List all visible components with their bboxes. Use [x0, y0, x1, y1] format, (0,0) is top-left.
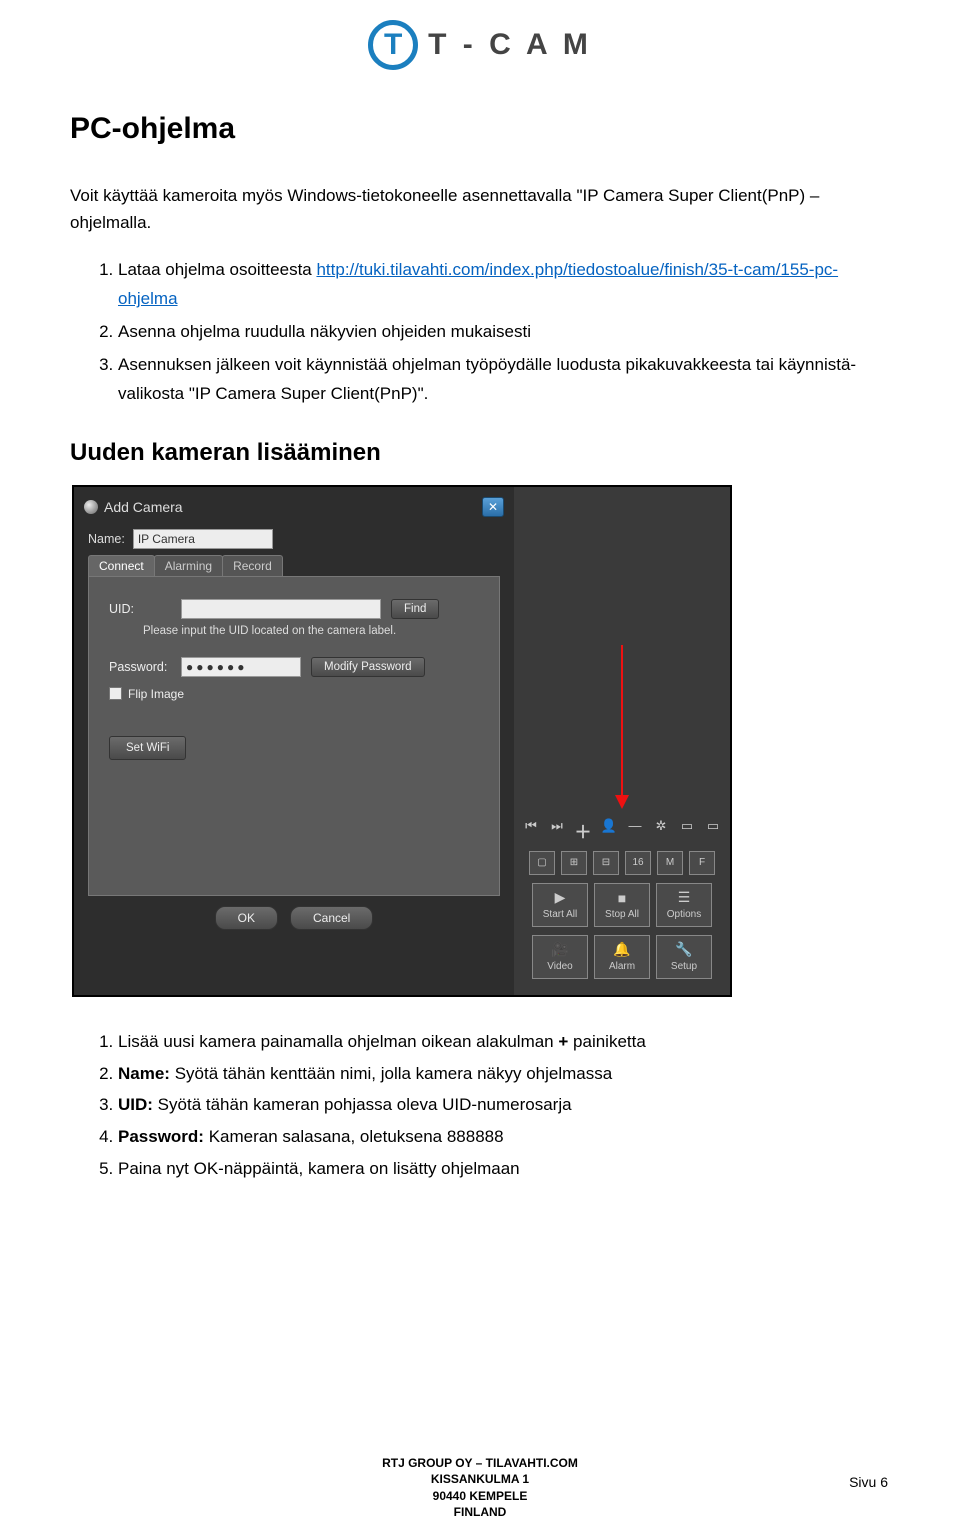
remove-icon[interactable]: — — [626, 818, 644, 843]
setup-button[interactable]: 🔧 Setup — [656, 935, 712, 979]
uid-hint: Please input the UID located on the came… — [143, 625, 479, 637]
ustep-4a: Password: — [118, 1127, 204, 1146]
step-3: Asennuksen jälkeen voit käynnistää ohjel… — [118, 351, 890, 409]
ustep-2a: Name: — [118, 1064, 170, 1083]
layout-m-icon[interactable]: M — [657, 851, 683, 875]
ustep-2b: Syötä tähän kenttään nimi, jolla kamera … — [170, 1064, 612, 1083]
footer-company: RTJ GROUP OY – TILAVAHTI.COM — [0, 1455, 960, 1471]
section-heading: Uuden kameran lisääminen — [70, 439, 890, 467]
flip-image-label: Flip Image — [128, 687, 184, 701]
footer-city: 90440 KEMPELE — [0, 1488, 960, 1504]
start-all-icon: ▶ — [555, 889, 566, 906]
alarm-icon: 🔔 — [613, 941, 630, 958]
password-input[interactable] — [181, 657, 301, 677]
ustep-4: Password: Kameran salasana, oletuksena 8… — [118, 1122, 890, 1152]
usage-steps-list: Lisää uusi kamera painamalla ohjelman oi… — [70, 1027, 890, 1184]
options-icon: ☰ — [678, 889, 691, 906]
step-1: Lataa ohjelma osoitteesta http://tuki.ti… — [118, 256, 890, 314]
tab-record[interactable]: Record — [222, 555, 283, 576]
options-button[interactable]: ☰ Options — [656, 883, 712, 927]
person-icon[interactable]: 👤 — [600, 818, 618, 843]
ustep-5: Paina nyt OK-näppäintä, kamera on lisätt… — [118, 1154, 890, 1184]
install-steps-list: Lataa ohjelma osoitteesta http://tuki.ti… — [70, 256, 890, 408]
flip-image-checkbox[interactable] — [109, 687, 122, 700]
ustep-1c: painiketta — [568, 1032, 646, 1051]
layout-1-icon[interactable]: ▢ — [529, 851, 555, 875]
uid-label: UID: — [109, 602, 171, 616]
ustep-3a: UID: — [118, 1095, 153, 1114]
layout-icon-row: ▢ ⊞ ⊟ 16 M F — [522, 851, 722, 875]
setup-icon: 🔧 — [675, 941, 692, 958]
stop-all-label: Stop All — [605, 909, 639, 920]
first-icon[interactable]: ⏮ — [522, 818, 540, 843]
ustep-4b: Kameran salasana, oletuksena 888888 — [204, 1127, 504, 1146]
connect-tab-panel: UID: Find Please input the UID located o… — [88, 576, 500, 896]
page-footer: RTJ GROUP OY – TILAVAHTI.COM KISSANKULMA… — [0, 1455, 960, 1520]
layout-4-icon[interactable]: ⊞ — [561, 851, 587, 875]
video-label: Video — [547, 961, 572, 972]
footer-country: FINLAND — [0, 1504, 960, 1520]
modify-password-button[interactable]: Modify Password — [311, 657, 425, 677]
set-wifi-button[interactable]: Set WiFi — [109, 736, 186, 760]
password-label: Password: — [109, 660, 171, 674]
logo-mark-icon: T — [368, 20, 418, 70]
page-title: PC-ohjelma — [70, 112, 890, 146]
layout-f-icon[interactable]: F — [689, 851, 715, 875]
name-input[interactable] — [133, 529, 273, 549]
tab-bar: Connect Alarming Record — [74, 555, 514, 576]
footer-address: KISSANKULMA 1 — [0, 1471, 960, 1487]
name-label: Name: — [88, 532, 125, 546]
start-all-button[interactable]: ▶ Start All — [532, 883, 588, 927]
tab-connect[interactable]: Connect — [88, 555, 155, 576]
last-icon[interactable]: ⏭ — [548, 818, 566, 843]
window2-icon[interactable]: ▭ — [704, 818, 722, 843]
video-icon: 🎥 — [551, 941, 568, 958]
nav-icon-row: ⏮ ⏭ ＋ 👤 — ✲ ▭ ▭ — [522, 818, 722, 843]
stop-all-icon: ■ — [618, 890, 626, 906]
side-panel: ⏮ ⏭ ＋ 👤 — ✲ ▭ ▭ ▢ ⊞ ⊟ 16 M F — [514, 487, 730, 995]
dialog-title: Add Camera — [104, 499, 183, 515]
alarm-label: Alarm — [609, 961, 635, 972]
ustep-2: Name: Syötä tähän kenttään nimi, jolla k… — [118, 1059, 890, 1089]
ok-button[interactable]: OK — [215, 906, 278, 930]
start-all-label: Start All — [543, 909, 577, 920]
find-button[interactable]: Find — [391, 599, 439, 619]
annotation-arrow-icon — [615, 645, 629, 809]
layout-9-icon[interactable]: ⊟ — [593, 851, 619, 875]
close-icon: ✕ — [488, 500, 498, 514]
action-row-1: ▶ Start All ■ Stop All ☰ Options — [522, 883, 722, 927]
action-row-2: 🎥 Video 🔔 Alarm 🔧 Setup — [522, 935, 722, 979]
uid-input[interactable] — [181, 599, 381, 619]
ustep-3: UID: Syötä tähän kameran pohjassa oleva … — [118, 1090, 890, 1120]
close-button[interactable]: ✕ — [482, 497, 504, 517]
step-2: Asenna ohjelma ruudulla näkyvien ohjeide… — [118, 318, 890, 347]
setup-label: Setup — [671, 961, 697, 972]
step-1-text: Lataa ohjelma osoitteesta — [118, 260, 316, 279]
options-label: Options — [667, 909, 701, 920]
layout-16-icon[interactable]: 16 — [625, 851, 651, 875]
video-button[interactable]: 🎥 Video — [532, 935, 588, 979]
window1-icon[interactable]: ▭ — [678, 818, 696, 843]
dialog-icon — [84, 500, 98, 514]
ustep-3b: Syötä tähän kameran pohjassa oleva UID-n… — [153, 1095, 572, 1114]
intro-paragraph: Voit käyttää kameroita myös Windows-tiet… — [70, 182, 890, 236]
ustep-1b: + — [558, 1032, 568, 1051]
tab-alarming[interactable]: Alarming — [154, 555, 223, 576]
add-camera-dialog: Add Camera ✕ Name: Connect Alarming Reco… — [74, 487, 514, 995]
stop-all-button[interactable]: ■ Stop All — [594, 883, 650, 927]
gear-icon[interactable]: ✲ — [652, 818, 670, 843]
alarm-button[interactable]: 🔔 Alarm — [594, 935, 650, 979]
ustep-1a: Lisää uusi kamera painamalla ohjelman oi… — [118, 1032, 558, 1051]
add-camera-icon[interactable]: ＋ — [574, 818, 592, 843]
cancel-button[interactable]: Cancel — [290, 906, 373, 930]
logo-text: T - C A M — [428, 28, 592, 62]
app-screenshot: Add Camera ✕ Name: Connect Alarming Reco… — [72, 485, 732, 997]
ustep-1: Lisää uusi kamera painamalla ohjelman oi… — [118, 1027, 890, 1057]
brand-logo: T T - C A M — [70, 20, 890, 70]
